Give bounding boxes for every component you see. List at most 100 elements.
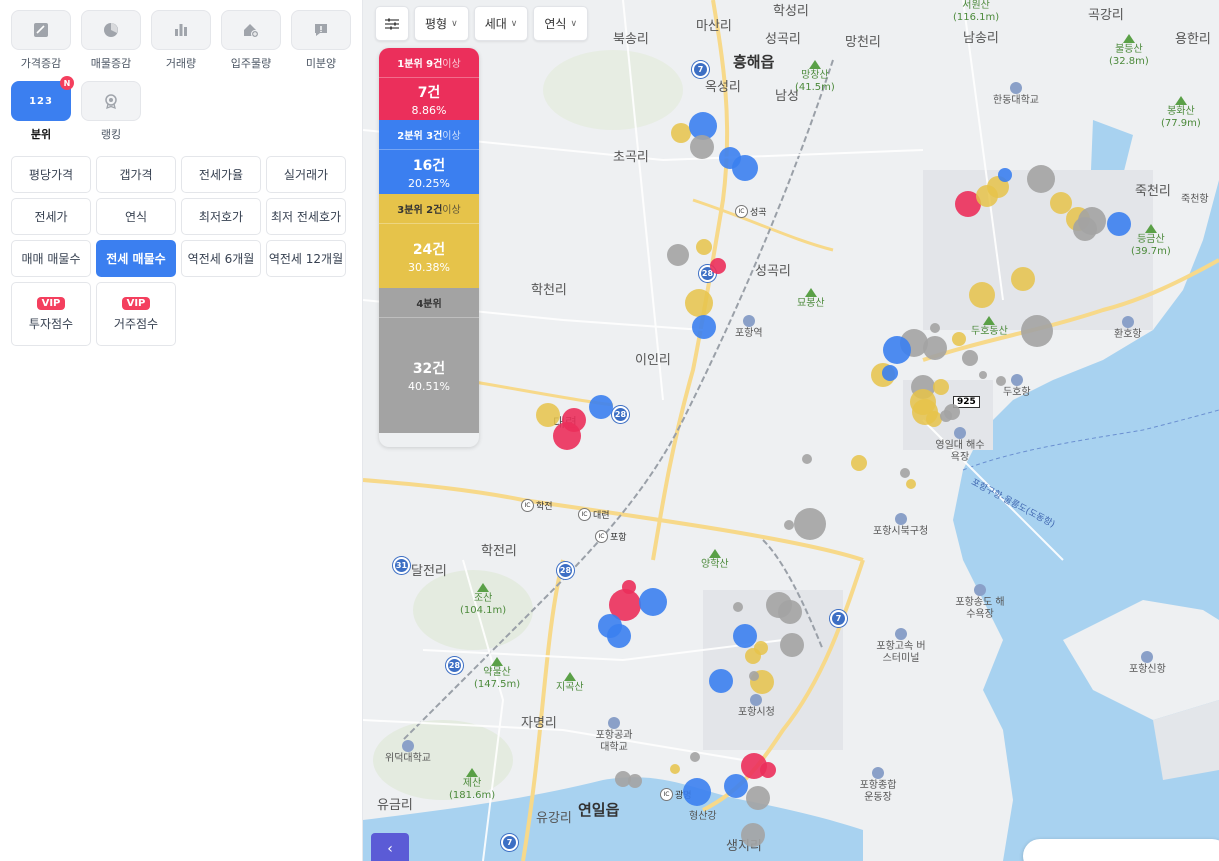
listing-bubble[interactable] <box>996 376 1006 386</box>
listing-bubble[interactable] <box>710 258 726 274</box>
category-quantile[interactable]: 123 N 분위 <box>11 76 74 142</box>
poi-marker: 위덕대학교 <box>385 740 431 765</box>
legend-q1-body: 7건 8.86% <box>379 78 479 120</box>
category-move-in-volume[interactable]: 입주물량 <box>221 10 281 71</box>
poi-marker: 포항시북구청 <box>873 513 928 538</box>
listing-bubble[interactable] <box>780 633 804 657</box>
listing-bubble[interactable] <box>696 239 712 255</box>
listing-bubble[interactable] <box>732 155 758 181</box>
listing-bubble[interactable] <box>628 774 642 788</box>
listing-bubble[interactable] <box>553 422 581 450</box>
listing-bubble[interactable] <box>923 336 947 360</box>
region-selector-pill[interactable] <box>1023 839 1219 861</box>
listing-bubble[interactable] <box>749 671 759 681</box>
listing-bubble[interactable] <box>1107 212 1131 236</box>
chip-living-score[interactable]: VIP 거주점수 <box>96 282 176 346</box>
place-label: 성곡리 <box>765 32 801 47</box>
category-trade-volume[interactable]: 거래량 <box>151 10 211 71</box>
numbers-icon: 123 <box>29 95 53 107</box>
new-badge: N <box>60 76 74 90</box>
ic-label: IC 성곡 <box>735 205 767 218</box>
listing-bubble[interactable] <box>745 648 761 664</box>
mountain-marker: 지곡산 <box>556 672 584 694</box>
listing-bubble[interactable] <box>883 336 911 364</box>
chip-lowest-ask[interactable]: 최저호가 <box>181 198 261 235</box>
listing-bubble[interactable] <box>1011 267 1035 291</box>
chip-jeonse-price[interactable]: 전세가 <box>11 198 91 235</box>
legend-q2-body: 16건 20.25% <box>379 150 479 194</box>
chip-jeonse-listings[interactable]: 전세 매물수 <box>96 240 176 277</box>
listing-bubble[interactable] <box>969 282 995 308</box>
listing-bubble[interactable] <box>536 403 560 427</box>
listing-bubble[interactable] <box>692 315 716 339</box>
listing-bubble[interactable] <box>667 244 689 266</box>
chip-investment-score[interactable]: VIP 투자점수 <box>11 282 91 346</box>
place-label: 용한리 <box>1175 32 1211 47</box>
listing-bubble[interactable] <box>906 479 916 489</box>
filter-area-dropdown[interactable]: 평형 ∨ <box>414 6 469 41</box>
place-label: 자명리 <box>521 716 557 731</box>
listing-bubble[interactable] <box>802 454 812 464</box>
filter-households-dropdown[interactable]: 세대 ∨ <box>473 6 529 41</box>
listing-bubble[interactable] <box>794 508 826 540</box>
listing-bubble[interactable] <box>733 602 743 612</box>
map-view[interactable]: 마산리 학성리 곡강리 용한리 북송리 흥해읍 성곡리 망천리 남송리 옥성리 … <box>363 0 1219 861</box>
listing-bubble[interactable] <box>741 823 765 847</box>
chip-building-age[interactable]: 연식 <box>96 198 176 235</box>
chip-reverse-jeonse-12m[interactable]: 역전세 12개월 <box>266 240 346 277</box>
collapse-sidebar-button[interactable]: ‹ <box>371 833 409 861</box>
legend-q4-header: 4분위 <box>379 288 479 318</box>
chevron-down-icon: ∨ <box>570 18 578 29</box>
mountain-marker: 두호동산 <box>971 316 1008 338</box>
chip-jeonse-ratio[interactable]: 전세가율 <box>181 156 261 193</box>
listing-bubble[interactable] <box>622 580 636 594</box>
chip-actual-trade-price[interactable]: 실거래가 <box>266 156 346 193</box>
listing-bubble[interactable] <box>724 774 748 798</box>
category-unsold[interactable]: 미분양 <box>291 10 351 71</box>
listing-bubble[interactable] <box>746 786 770 810</box>
listing-bubble[interactable] <box>784 520 794 530</box>
category-ranking[interactable]: 랭킹 <box>81 81 141 142</box>
vip-row: VIP 투자점수 VIP 거주점수 <box>11 282 351 346</box>
listing-bubble[interactable] <box>1021 315 1053 347</box>
listing-bubble[interactable] <box>1073 217 1097 241</box>
listing-bubble[interactable] <box>851 455 867 471</box>
filter-age-dropdown[interactable]: 연식 ∨ <box>533 6 589 41</box>
listing-bubble[interactable] <box>639 588 667 616</box>
chip-sale-listings[interactable]: 매매 매물수 <box>11 240 91 277</box>
filter-settings-button[interactable] <box>375 6 409 41</box>
listing-bubble[interactable] <box>690 752 700 762</box>
category-listing-change[interactable]: 매물증감 <box>81 10 141 71</box>
listing-bubble[interactable] <box>709 669 733 693</box>
chip-lowest-jeonse-ask[interactable]: 최저 전세호가 <box>266 198 346 235</box>
listing-bubble[interactable] <box>900 468 910 478</box>
listing-bubble[interactable] <box>760 762 776 778</box>
listing-bubble[interactable] <box>882 365 898 381</box>
listing-bubble[interactable] <box>671 123 691 143</box>
chip-gap-price[interactable]: 갭가격 <box>96 156 176 193</box>
listing-bubble[interactable] <box>998 168 1012 182</box>
listing-bubble[interactable] <box>962 350 978 366</box>
place-label: 이인리 <box>635 353 671 368</box>
listing-bubble[interactable] <box>778 600 802 624</box>
chip-reverse-jeonse-6m[interactable]: 역전세 6개월 <box>181 240 261 277</box>
vip-label: 거주점수 <box>113 316 159 331</box>
listing-bubble[interactable] <box>690 135 714 159</box>
listing-bubble[interactable] <box>952 332 966 346</box>
listing-bubble[interactable] <box>607 624 631 648</box>
listing-bubble[interactable] <box>933 379 949 395</box>
route-shield: 7 <box>501 834 518 851</box>
listing-bubble[interactable] <box>683 778 711 806</box>
mountain-marker: 약물산 (147.5m) <box>474 657 520 691</box>
listing-bubble[interactable] <box>1027 165 1055 193</box>
place-label: 죽천리 <box>1135 184 1171 199</box>
listing-bubble[interactable] <box>733 624 757 648</box>
category-price-change[interactable]: 가격증감 <box>11 10 71 71</box>
listing-bubble[interactable] <box>940 410 952 422</box>
listing-bubble[interactable] <box>685 289 713 317</box>
listing-bubble[interactable] <box>930 323 940 333</box>
listing-bubble[interactable] <box>589 395 613 419</box>
listing-bubble[interactable] <box>979 371 987 379</box>
chip-price-per-pyeong[interactable]: 평당가격 <box>11 156 91 193</box>
listing-bubble[interactable] <box>670 764 680 774</box>
